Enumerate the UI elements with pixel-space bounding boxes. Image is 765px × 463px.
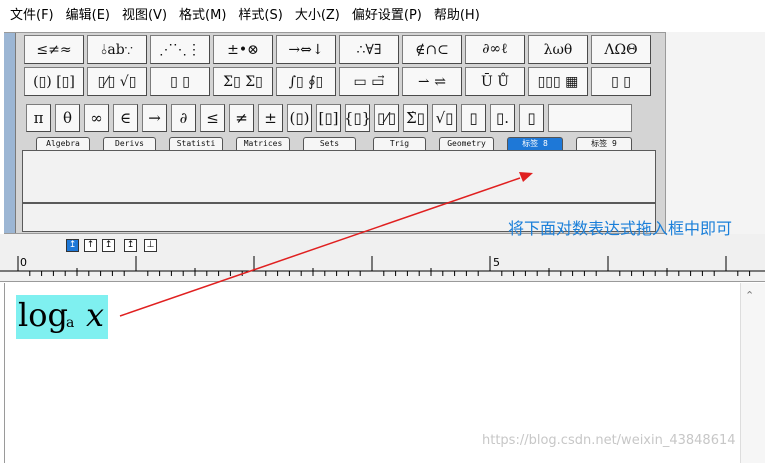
not-equal-symbol-button[interactable]: ≠	[229, 104, 254, 132]
embellishments-button[interactable]: ⋰⋱⋮	[150, 35, 210, 64]
fence-templates-button[interactable]: (▯) [▯]	[24, 67, 84, 96]
labeled-arrow-templates-button[interactable]: ⇀ ⇌	[402, 67, 462, 96]
palette-tabs: Algebra Derivs Statisti Matrices Sets Tr…	[36, 137, 632, 150]
ruler-tick-marks	[17, 256, 751, 276]
symbol-palette-row-2: (▯) [▯] ▯⁄▯ √▯ ▯⁣ ▯ Σ▯ Σ▯ ∫▯ ∮▯ ▭ ▭⃗ ⇀ ⇌…	[24, 67, 654, 96]
misc-symbols-button[interactable]: ∂∞ℓ	[465, 35, 525, 64]
tab-statistics[interactable]: Statisti	[169, 137, 223, 150]
braces-template-button[interactable]: {▯}	[345, 104, 370, 132]
element-of-symbol-button[interactable]: ∈	[113, 104, 138, 132]
nudge-button-1[interactable]: ↥	[66, 239, 79, 252]
ruler-mark-0: 0	[20, 256, 27, 269]
box-templates-button[interactable]: ▯ ▯	[591, 67, 651, 96]
formula-base: a	[66, 315, 75, 331]
log-formula[interactable]: log a x	[16, 295, 108, 339]
parentheses-template-button[interactable]: (▯)	[287, 104, 312, 132]
tab-trig[interactable]: Trig	[373, 137, 426, 150]
greek-lowercase-button[interactable]: λωθ	[528, 35, 588, 64]
arrow-symbols-button[interactable]: →⇔↓	[276, 35, 336, 64]
scroll-up-icon[interactable]: ⌃	[745, 289, 754, 302]
tab-derivs[interactable]: Derivs	[103, 137, 156, 150]
operator-symbols-button[interactable]: ±•⊗	[213, 35, 273, 64]
template-empty-slot	[548, 104, 632, 132]
watermark: https://blog.csdn.net/weixin_43848614	[482, 433, 736, 448]
spaces-ellipses-button[interactable]: ⫰ab∵	[87, 35, 147, 64]
brackets-template-button[interactable]: [▯]	[316, 104, 341, 132]
tab-matrices[interactable]: Matrices	[236, 137, 290, 150]
set-theory-symbols-button[interactable]: ∉∩⊂	[402, 35, 462, 64]
menu-style[interactable]: 样式(S)	[234, 5, 290, 27]
ruler-ticks	[0, 256, 765, 276]
menu-format[interactable]: 格式(M)	[175, 5, 234, 27]
integral-templates-button[interactable]: ∫▯ ∮▯	[276, 67, 336, 96]
formula-variable: x	[86, 296, 105, 334]
vertical-scrollbar[interactable]	[740, 283, 765, 463]
tab-label-8[interactable]: 标签 8	[507, 137, 563, 150]
nudge-button-2[interactable]: ↑	[84, 239, 97, 252]
annotation-text: 将下面对数表达式拖入框中即可	[508, 219, 733, 238]
fraction-radical-templates-button[interactable]: ▯⁄▯ √▯	[87, 67, 147, 96]
partial-symbol-button[interactable]: ∂	[171, 104, 196, 132]
underbar-overbar-templates-button[interactable]: ▭ ▭⃗	[339, 67, 399, 96]
menu-file[interactable]: 文件(F)	[6, 5, 62, 27]
sum-template-button[interactable]: Σ̇▯	[403, 104, 428, 132]
infinity-symbol-button[interactable]: ∞	[84, 104, 109, 132]
products-set-templates-button[interactable]: Ū Ů	[465, 67, 525, 96]
menu-size[interactable]: 大小(Z)	[291, 5, 348, 27]
sqrt-template-button[interactable]: √▯	[432, 104, 457, 132]
ruler-mark-5: 5	[493, 256, 500, 269]
matrix-templates-button[interactable]: ▯▯▯ ▦	[528, 67, 588, 96]
nudge-button-3[interactable]: ↥	[102, 239, 115, 252]
right-arrow-symbol-button[interactable]: →	[142, 104, 167, 132]
tab-label-9[interactable]: 标签 9	[576, 137, 632, 150]
toolbar-side-strip	[4, 33, 16, 233]
toolbar-empty-area	[666, 32, 765, 234]
menu-view[interactable]: 视图(V)	[118, 5, 175, 27]
subscript-superscript-templates-button[interactable]: ▯⁣ ▯	[150, 67, 210, 96]
relational-symbols-button[interactable]: ≤≠≈	[24, 35, 84, 64]
superscript-template-button[interactable]: ▯⁣	[461, 104, 486, 132]
logical-symbols-button[interactable]: ∴∀∃	[339, 35, 399, 64]
less-equal-symbol-button[interactable]: ≤	[200, 104, 225, 132]
palette-drop-area[interactable]	[22, 150, 656, 203]
ruler[interactable]: 0 5	[0, 254, 765, 282]
menu-preferences[interactable]: 偏好设置(P)	[348, 5, 430, 27]
tab-algebra[interactable]: Algebra	[36, 137, 90, 150]
summation-templates-button[interactable]: Σ▯ Σ▯	[213, 67, 273, 96]
sub-superscript-template-button[interactable]: ▯⁣	[519, 104, 544, 132]
template-shortcut-row: π θ ∞ ∈ → ∂ ≤ ≠ ± (▯) [▯] {▯} ▯⁄▯ Σ̇▯ √▯…	[26, 104, 632, 132]
subscript-template-button[interactable]: ▯.	[490, 104, 515, 132]
nudge-button-4[interactable]: ↥	[124, 239, 137, 252]
fraction-template-button[interactable]: ▯⁄▯	[374, 104, 399, 132]
menu-bar: 文件(F) 编辑(E) 视图(V) 格式(M) 样式(S) 大小(Z) 偏好设置…	[0, 0, 765, 32]
symbol-palette-row-1: ≤≠≈ ⫰ab∵ ⋰⋱⋮ ±•⊗ →⇔↓ ∴∀∃ ∉∩⊂ ∂∞ℓ λωθ ΛΩΘ	[24, 35, 654, 64]
nudge-button-5[interactable]: ⊥	[144, 239, 157, 252]
formula-log: log	[18, 296, 68, 334]
menu-help[interactable]: 帮助(H)	[430, 5, 488, 27]
tab-geometry[interactable]: Geometry	[439, 137, 494, 150]
tab-sets[interactable]: Sets	[303, 137, 356, 150]
theta-symbol-button[interactable]: θ	[55, 104, 80, 132]
pi-symbol-button[interactable]: π	[26, 104, 51, 132]
menu-edit[interactable]: 编辑(E)	[62, 5, 118, 27]
plus-minus-symbol-button[interactable]: ±	[258, 104, 283, 132]
greek-uppercase-button[interactable]: ΛΩΘ	[591, 35, 651, 64]
